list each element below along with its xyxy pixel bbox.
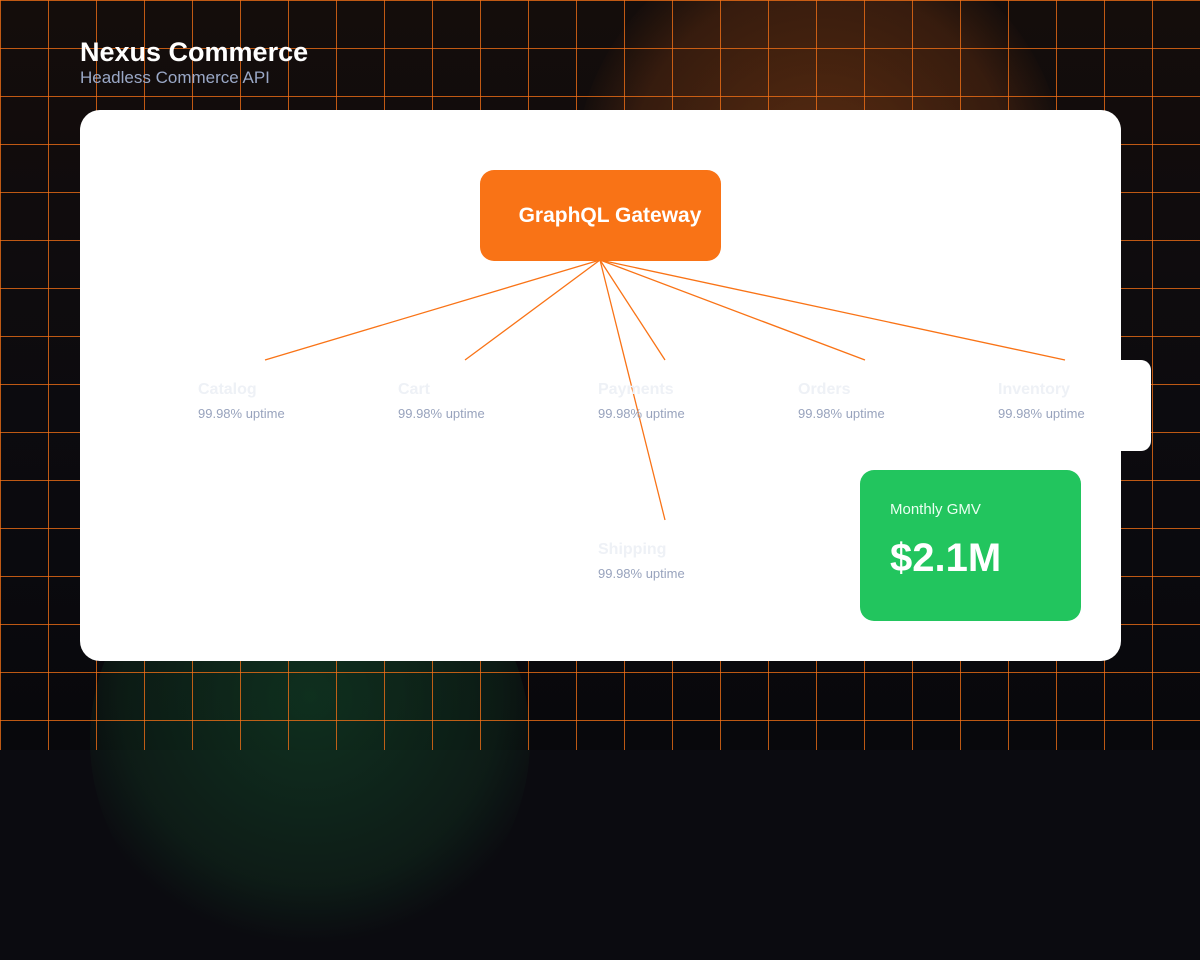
gateway-label: GraphQL Gateway bbox=[518, 203, 702, 227]
connector-cart bbox=[464, 259, 601, 361]
metric-label: Monthly GMV bbox=[890, 501, 981, 518]
service-orders[interactable]: Orders 99.98% uptime bbox=[798, 380, 958, 422]
service-name: Inventory bbox=[998, 381, 1071, 398]
service-name: Shipping bbox=[598, 541, 667, 558]
service-inventory[interactable]: Inventory 99.98% uptime bbox=[998, 380, 1158, 422]
graphql-gateway-node[interactable]: GraphQL Gateway bbox=[480, 170, 721, 261]
connector-orders bbox=[599, 259, 866, 361]
service-uptime: 99.98% uptime bbox=[598, 406, 685, 421]
service-name: Cart bbox=[398, 381, 431, 398]
service-name: Orders bbox=[798, 381, 851, 398]
connector-lines bbox=[264, 259, 1066, 521]
service-payments[interactable]: Payments 99.98% uptime bbox=[598, 380, 758, 422]
service-uptime: 99.98% uptime bbox=[398, 406, 485, 421]
service-cart[interactable]: Cart 99.98% uptime bbox=[398, 380, 558, 422]
service-uptime: 99.98% uptime bbox=[598, 566, 685, 581]
service-uptime: 99.98% uptime bbox=[198, 406, 285, 421]
service-catalog[interactable]: Catalog 99.98% uptime bbox=[198, 380, 358, 422]
service-name: Payments bbox=[598, 381, 674, 398]
metric-value: $2.1M bbox=[890, 536, 1002, 580]
service-shipping[interactable]: Shipping 99.98% uptime bbox=[598, 540, 758, 582]
service-uptime: 99.98% uptime bbox=[798, 406, 885, 421]
connector-inventory bbox=[599, 259, 1066, 361]
connector-catalog bbox=[264, 259, 601, 361]
connector-payments bbox=[599, 259, 666, 361]
service-uptime: 99.98% uptime bbox=[998, 406, 1085, 421]
monthly-gmv-card: Monthly GMV $2.1M bbox=[860, 470, 1081, 621]
service-name: Catalog bbox=[198, 381, 257, 398]
